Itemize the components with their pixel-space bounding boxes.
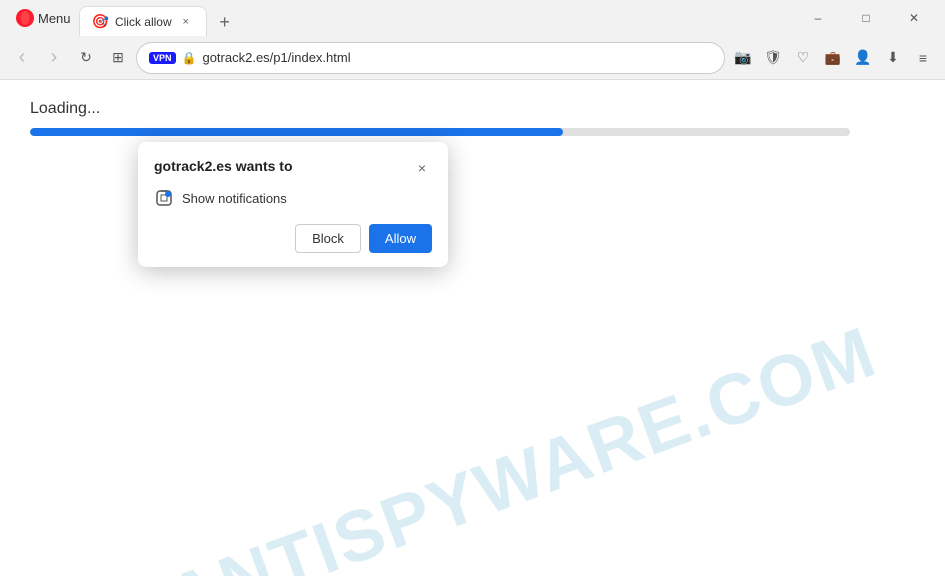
minimize-button[interactable]: – [795,4,841,32]
wallet-icon: 💼 [825,50,841,66]
forward-button[interactable]: › [40,44,68,72]
person-button[interactable]: 👤 [849,44,877,72]
popup-close-button[interactable]: × [412,158,432,178]
new-tab-button[interactable]: + [211,8,239,36]
reload-button[interactable]: ↻ [72,44,100,72]
lock-icon: 🔒 [182,51,197,65]
opera-menu-button[interactable]: Menu [8,5,79,31]
window-controls: – □ ✕ [795,4,937,32]
download-button[interactable]: ⬇ [879,44,907,72]
popup-header: gotrack2.es wants to × [154,158,432,178]
shield-icon: 🛡 [764,49,782,66]
progress-bar-fill [30,128,563,136]
close-button[interactable]: ✕ [891,4,937,32]
vpn-badge: VPN [149,52,176,64]
heart-icon: ♡ [797,49,810,66]
tab-strip-icon: ⊞ [112,49,124,66]
active-tab[interactable]: 🎯 Click allow × [79,6,207,36]
title-bar: Menu 🎯 Click allow × + – □ ✕ [0,0,945,36]
download-icon: ⬇ [887,49,899,66]
tab-favicon: 🎯 [92,13,109,30]
camera-button[interactable]: 📷 [729,44,757,72]
tab-title: Click allow [115,15,172,29]
browser-window: Menu 🎯 Click allow × + – □ ✕ ‹ › ↻ [0,0,945,576]
shield-button[interactable]: 🛡 [759,44,787,72]
heart-button[interactable]: ♡ [789,44,817,72]
notification-bell-icon [154,188,174,208]
block-button[interactable]: Block [295,224,361,253]
forward-arrow-icon: › [51,46,58,69]
address-bar[interactable]: VPN 🔒 gotrack2.es/p1/index.html [136,42,725,74]
wallet-button[interactable]: 💼 [819,44,847,72]
progress-bar-container [30,128,850,136]
watermark-text: MYANTISPYWARE.COM [58,311,886,576]
menu-label: Menu [38,11,71,26]
popup-description: Show notifications [182,191,287,206]
popup-actions: Block Allow [154,224,432,253]
camera-icon: 📷 [734,49,751,66]
tabs-area: 🎯 Click allow × + [79,0,795,36]
address-text: gotrack2.es/p1/index.html [202,50,712,65]
tab-close-button[interactable]: × [178,14,194,30]
bell-svg [155,189,173,207]
popup-notification-row: Show notifications [154,188,432,208]
back-arrow-icon: ‹ [19,46,26,69]
page-content: Loading... MYANTISPYWARE.COM gotrack2.es… [0,80,945,576]
maximize-button[interactable]: □ [843,4,889,32]
toolbar-icons: 📷 🛡 ♡ 💼 👤 ⬇ ≡ [729,44,937,72]
toolbar: ‹ › ↻ ⊞ VPN 🔒 gotrack2.es/p1/index.html … [0,36,945,80]
person-icon: 👤 [854,49,871,66]
browser-menu-icon: ≡ [919,50,927,66]
opera-logo-icon [16,9,34,27]
back-button[interactable]: ‹ [8,44,36,72]
browser-menu-button[interactable]: ≡ [909,44,937,72]
notification-popup: gotrack2.es wants to × Show notification… [138,142,448,267]
tab-strip-button[interactable]: ⊞ [104,44,132,72]
reload-icon: ↻ [80,49,92,66]
loading-text: Loading... [30,100,915,118]
popup-title: gotrack2.es wants to [154,158,293,174]
allow-button[interactable]: Allow [369,224,432,253]
watermark: MYANTISPYWARE.COM [0,454,945,536]
